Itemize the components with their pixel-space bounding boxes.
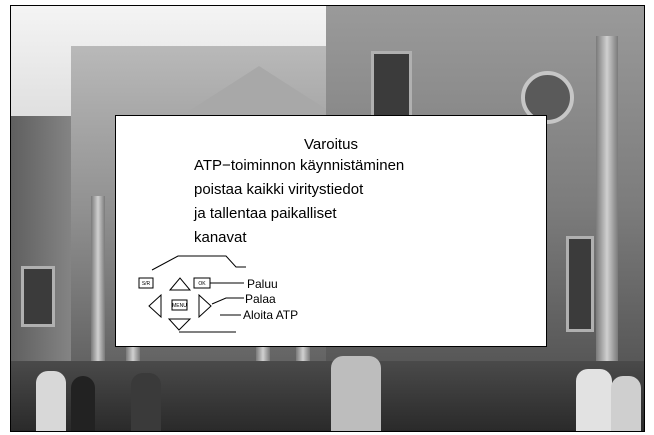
pedestrian (71, 376, 95, 431)
down-arrow-icon (167, 318, 192, 331)
source-key-label: S/R (142, 281, 151, 287)
back-action-label: Paluu (247, 277, 278, 291)
window (21, 266, 55, 327)
ok-key-label: OK (198, 281, 206, 287)
up-arrow-icon (168, 277, 192, 291)
window (566, 236, 594, 332)
pedestrian (36, 371, 66, 431)
start-atp-action-label: Aloita ATP (243, 308, 298, 322)
leader-line (211, 297, 244, 305)
remote-key-legend: S/R OK MENU Paluu Palaa Aloita ATP (138, 255, 298, 333)
leader-line (151, 255, 246, 271)
column (596, 36, 618, 386)
pedestrian (131, 373, 161, 431)
street-ground (11, 361, 644, 431)
return-action-label: Palaa (245, 292, 276, 306)
pedestrian (576, 369, 612, 431)
left-arrow-icon (148, 293, 162, 319)
pedestrian (331, 356, 381, 431)
pedestrian (611, 376, 641, 431)
atp-warning-dialog: Varoitus ATP−toiminnon käynnistäminen po… (115, 115, 547, 347)
right-arrow-icon (198, 293, 212, 319)
menu-key-label: MENU (172, 303, 187, 309)
